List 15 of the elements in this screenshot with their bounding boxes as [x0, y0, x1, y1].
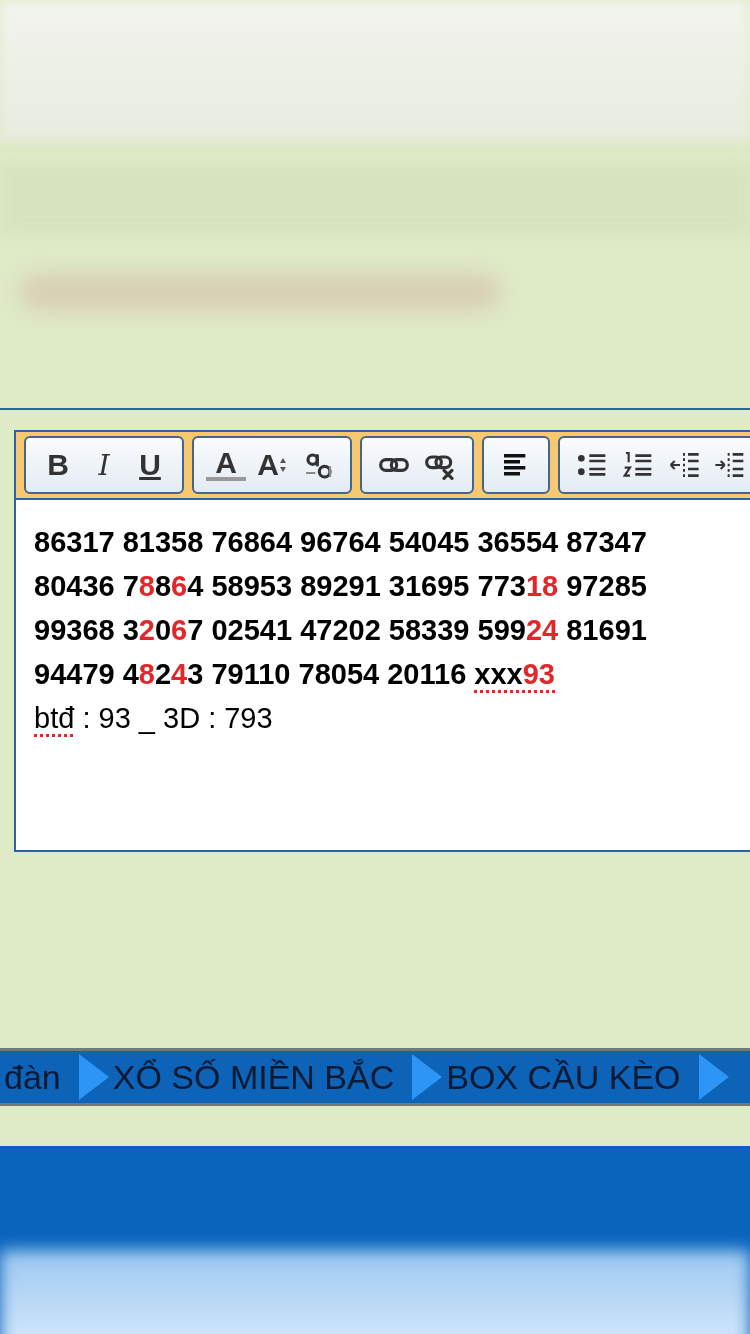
italic-button[interactable]: I [84, 445, 124, 485]
chevron-icon [78, 1054, 109, 1100]
text-line: 86317 81358 76864 96764 54045 36554 87347 [34, 525, 648, 560]
bold-button[interactable]: B [38, 445, 78, 485]
font-size-button[interactable]: A [252, 445, 292, 485]
font-color-button[interactable]: A [206, 449, 246, 481]
text-line: 99368 32067 02541 47202 58339 59924 81691 [34, 613, 648, 648]
chevron-icon [412, 1054, 443, 1100]
chevron-icon [698, 1054, 729, 1100]
text-line: 80436 78864 58953 89291 31695 77318 97285 [34, 569, 648, 604]
underline-button[interactable]: U [130, 445, 170, 485]
text-line: 94479 48243 79110 78054 20116 xxx93 [34, 657, 556, 692]
size-arrows-icon [278, 457, 287, 473]
text-editor[interactable]: B I U A A 86317 81358 76864 96764 54045 36554 87347 80436 78864 58953 89291 31695 77318 97285 99368 32067 02541 47202 58339 59924 81691 94479 48243 79110 78054 20116 xxx93 btđ : 93 _ 3D : 793 [14, 430, 750, 852]
text-line: btđ : 93 _ 3D : 793 [34, 701, 274, 736]
